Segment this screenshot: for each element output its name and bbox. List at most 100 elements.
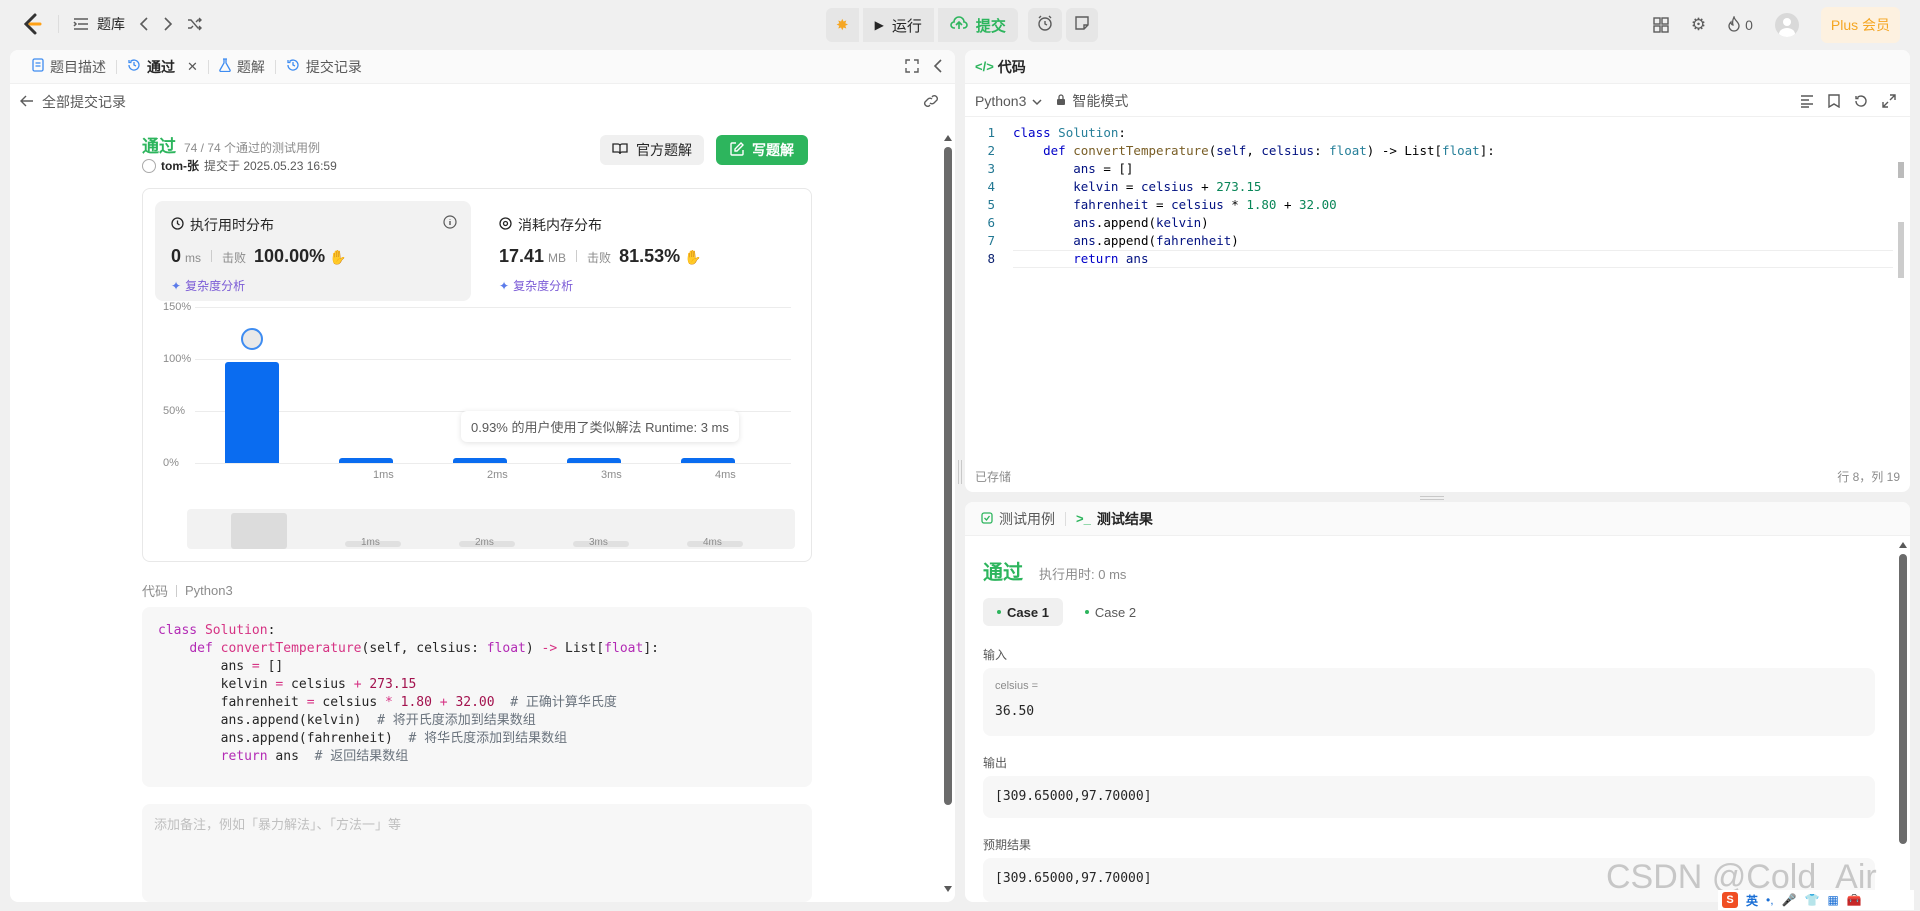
code-brackets-icon: </> bbox=[975, 59, 994, 74]
close-tab-icon[interactable]: ✕ bbox=[187, 59, 198, 75]
timer-button[interactable] bbox=[1027, 8, 1062, 42]
code-editor[interactable]: 1 2 3 4 5 6 7 8 class Solution: def conv… bbox=[965, 122, 1910, 422]
layout-icon[interactable] bbox=[1653, 17, 1669, 33]
edit-icon bbox=[730, 141, 744, 159]
mini-x-label: 2ms bbox=[475, 537, 494, 548]
sogou-logo-icon: S bbox=[1722, 892, 1738, 908]
settings-gear-icon[interactable]: ⚙ bbox=[1691, 15, 1706, 35]
code-editor-panel: </> 代码 Python3 智能模式 1 2 3 4 5 6 7 8 clas… bbox=[965, 50, 1910, 492]
bug-icon: ✸ bbox=[836, 17, 849, 34]
input-var-name: celsius = bbox=[995, 680, 1039, 692]
chart-bar[interactable] bbox=[225, 362, 279, 463]
panel-resizer[interactable] bbox=[958, 460, 962, 484]
chart-bar[interactable] bbox=[681, 458, 735, 463]
info-icon[interactable] bbox=[443, 215, 457, 232]
submit-button[interactable]: 提交 bbox=[937, 8, 1018, 42]
result-scrollbar[interactable] bbox=[1899, 542, 1907, 902]
shirt-icon: 👕 bbox=[1804, 893, 1820, 907]
debug-button[interactable]: ✸ bbox=[826, 8, 859, 42]
prev-problem-icon[interactable] bbox=[139, 17, 149, 31]
left-scrollbar[interactable] bbox=[944, 135, 952, 892]
submit-label: 提交 bbox=[975, 17, 1006, 35]
code-line: class Solution: bbox=[158, 623, 276, 638]
memory-beats-label: 击败 bbox=[587, 251, 612, 265]
tab-solutions[interactable]: 题解 bbox=[209, 50, 275, 84]
avatar[interactable] bbox=[1774, 13, 1799, 37]
line-number: 2 bbox=[987, 143, 995, 158]
result-header: 通过 执行用时: 0 ms bbox=[983, 556, 1126, 585]
terminal-icon: >_ bbox=[1076, 511, 1091, 526]
run-label: 运行 bbox=[891, 17, 922, 35]
shuffle-icon[interactable] bbox=[187, 17, 203, 31]
tab-submissions[interactable]: 提交记录 bbox=[276, 50, 372, 84]
range-slider[interactable]: 1ms 2ms 3ms 4ms bbox=[187, 509, 795, 549]
range-handle[interactable] bbox=[231, 513, 287, 549]
runtime-box[interactable]: 执行用时分布 0 ms 击败 100.00% ✋ ✦ 复杂度分析 bbox=[155, 201, 471, 301]
panel-resizer-horizontal[interactable] bbox=[1420, 496, 1444, 500]
code-line: return ans # 返回结果数组 bbox=[220, 749, 409, 764]
user-avatar-icon bbox=[142, 158, 156, 173]
testcases-passed: 74 / 74 个通过的测试用例 bbox=[184, 141, 321, 155]
chevron-down-icon bbox=[1032, 93, 1042, 109]
leetcode-logo-icon[interactable] bbox=[20, 12, 44, 36]
memory-beats: 81.53% bbox=[619, 246, 681, 266]
runtime-unit: ms bbox=[185, 251, 202, 265]
ime-toolbar[interactable]: S 英 •, 🎤 👕 ▦ 🧰 bbox=[1718, 890, 1914, 910]
list-icon[interactable] bbox=[73, 17, 89, 31]
runtime-beats: 100.00% bbox=[254, 246, 326, 266]
official-solution-button[interactable]: 官方题解 bbox=[600, 135, 704, 165]
chart-bar[interactable] bbox=[453, 458, 507, 463]
next-problem-icon[interactable] bbox=[163, 17, 173, 31]
case-tab-1[interactable]: Case 1 bbox=[983, 598, 1063, 626]
status-text: 通过 bbox=[142, 137, 176, 156]
editor-scrollbar[interactable] bbox=[1898, 162, 1904, 178]
share-link-icon[interactable] bbox=[923, 94, 939, 111]
bookmark-icon[interactable] bbox=[1828, 94, 1840, 111]
stats-card: 执行用时分布 0 ms 击败 100.00% ✋ ✦ 复杂度分析 消耗内存分布 bbox=[142, 188, 812, 562]
input-box: celsius = 36.50 bbox=[983, 668, 1875, 736]
code-line: ans = [] bbox=[158, 659, 284, 674]
run-button[interactable]: ▶ 运行 bbox=[862, 8, 934, 42]
grid-icon: ▦ bbox=[1827, 893, 1839, 907]
chart-bar[interactable] bbox=[339, 458, 393, 463]
plus-member-button[interactable]: Plus 会员 bbox=[1820, 7, 1900, 43]
alarm-icon bbox=[1037, 15, 1053, 35]
collapse-icon[interactable] bbox=[933, 59, 943, 76]
line-number: 7 bbox=[987, 233, 995, 248]
output-label: 输出 bbox=[983, 756, 1008, 770]
format-icon[interactable] bbox=[1800, 94, 1814, 111]
smart-mode-toggle[interactable]: 智能模式 bbox=[1056, 91, 1128, 111]
microphone-icon: 🎤 bbox=[1781, 893, 1797, 907]
ime-language-icon: 英 bbox=[1746, 893, 1759, 908]
cursor-position: 行 8，列 19 bbox=[1837, 470, 1900, 484]
expand-icon[interactable] bbox=[1882, 94, 1896, 111]
left-tabs: 题目描述 通过 ✕ 题解 提交记录 bbox=[10, 50, 955, 84]
note-textarea[interactable]: 添加备注，例如「暴力解法」、「方法一」等 bbox=[142, 804, 812, 902]
editor-toolbar: Python3 智能模式 bbox=[965, 85, 1910, 117]
tab-accepted[interactable]: 通过 ✕ bbox=[117, 50, 208, 84]
tab-testcases[interactable]: 测试用例 bbox=[971, 502, 1065, 536]
code-line: ans = [] bbox=[1073, 161, 1134, 176]
back-to-submissions[interactable]: 全部提交记录 bbox=[20, 92, 126, 112]
submitter-name[interactable]: tom-张 bbox=[161, 157, 199, 174]
play-icon: ▶ bbox=[874, 18, 884, 32]
language-label: Python3 bbox=[975, 92, 1027, 109]
code-line: fahrenheit = celsius * 1.80 + 32.00 bbox=[1073, 197, 1337, 212]
runtime-analysis-link[interactable]: ✦ 复杂度分析 bbox=[171, 277, 245, 294]
language-select[interactable]: Python3 bbox=[975, 93, 1042, 109]
reset-icon[interactable] bbox=[1854, 94, 1868, 111]
streak-counter[interactable]: 0 bbox=[1728, 14, 1753, 35]
tab-test-result[interactable]: >_ 测试结果 bbox=[1066, 502, 1163, 536]
chart-bar[interactable] bbox=[567, 458, 621, 463]
problem-bank-link[interactable]: 题库 bbox=[97, 14, 125, 34]
write-solution-button[interactable]: 写题解 bbox=[716, 135, 808, 165]
expected-label: 预期结果 bbox=[983, 838, 1032, 852]
memory-box[interactable]: 消耗内存分布 17.41 MB 击败 81.53% ✋ ✦ 复杂度分析 bbox=[483, 201, 799, 301]
fullscreen-icon[interactable] bbox=[905, 59, 919, 76]
ime-punct-icon: •, bbox=[1766, 893, 1774, 907]
notes-button[interactable] bbox=[1065, 8, 1098, 42]
memory-analysis-link[interactable]: ✦ 复杂度分析 bbox=[499, 277, 573, 294]
case-tab-2[interactable]: Case 2 bbox=[1071, 598, 1150, 626]
tab-description[interactable]: 题目描述 bbox=[22, 50, 116, 84]
test-tabs: 测试用例 >_ 测试结果 bbox=[965, 502, 1910, 536]
